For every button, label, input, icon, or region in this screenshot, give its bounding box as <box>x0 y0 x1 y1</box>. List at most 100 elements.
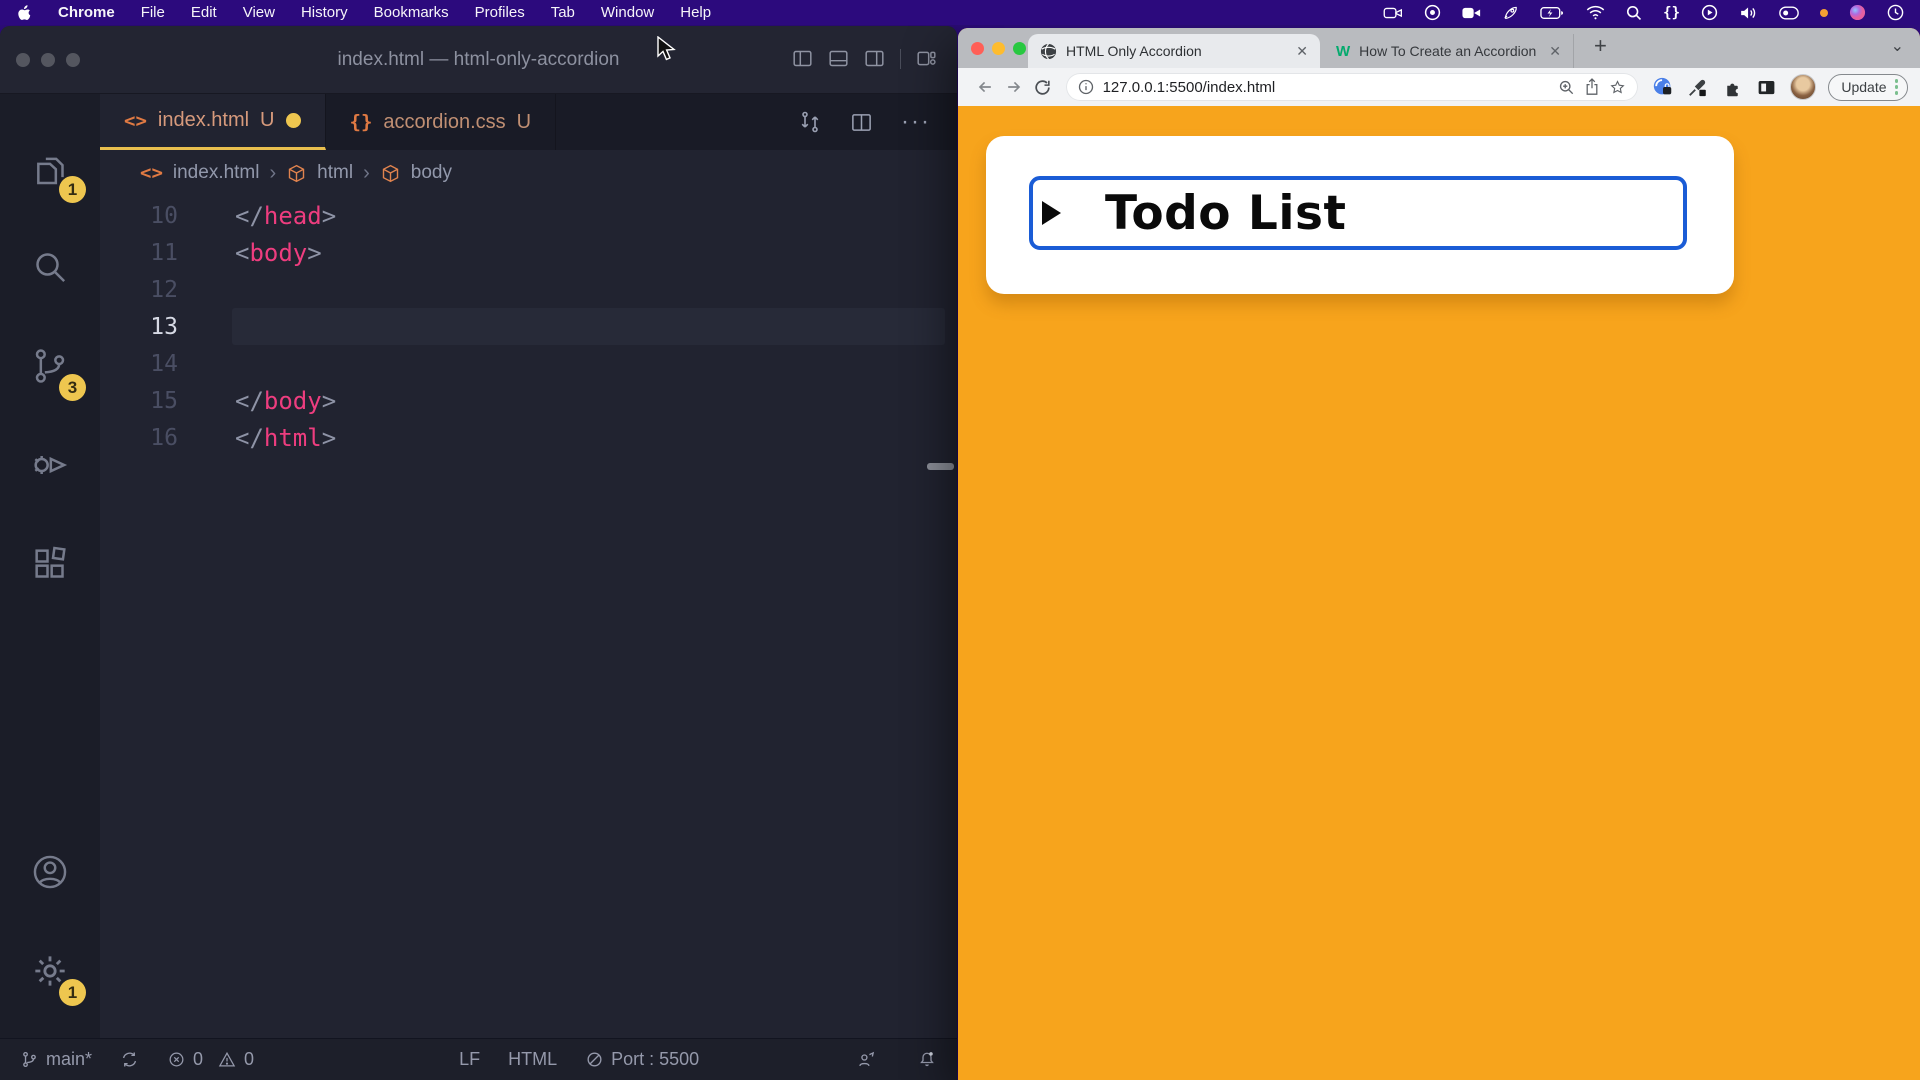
extensions-item[interactable] <box>0 514 100 613</box>
notifications-bell-icon[interactable] <box>917 1049 937 1070</box>
live-server-status[interactable]: Port : 5500 <box>585 1049 699 1070</box>
menu-item-chrome[interactable]: Chrome <box>58 4 115 21</box>
side-panel-extension-icon[interactable] <box>1756 77 1777 98</box>
menu-item-history[interactable]: History <box>301 4 348 21</box>
spotlight-search-icon[interactable] <box>1626 5 1642 21</box>
code-tag: body <box>264 387 322 415</box>
details-marker-icon[interactable] <box>1042 201 1061 225</box>
css-file-icon: {} <box>350 111 373 133</box>
volume-icon[interactable] <box>1739 5 1758 21</box>
battery-charging-icon[interactable] <box>1540 6 1565 20</box>
settings-item[interactable]: 1 <box>0 921 100 1020</box>
control-center-icon[interactable] <box>1779 6 1799 20</box>
extensions-puzzle-icon[interactable] <box>1722 77 1743 98</box>
search-icon <box>30 247 70 287</box>
url-text[interactable]: 127.0.0.1:5500/index.html <box>1103 79 1550 96</box>
close-tab-icon[interactable]: ✕ <box>1296 43 1308 60</box>
code-line-16: 16 </html> <box>100 419 957 456</box>
close-tab-icon[interactable]: ✕ <box>1549 43 1561 60</box>
open-changes-icon[interactable] <box>798 110 822 134</box>
dev-brackets-icon[interactable]: {} <box>1663 5 1680 21</box>
menu-item-view[interactable]: View <box>243 4 275 21</box>
menu-item-help[interactable]: Help <box>680 4 711 21</box>
breadcrumb-body[interactable]: body <box>411 162 452 184</box>
close-window-button[interactable] <box>971 42 984 55</box>
colorpicker-extension-icon[interactable] <box>1687 76 1709 98</box>
resize-handle[interactable] <box>927 463 954 470</box>
close-window-button[interactable] <box>16 53 30 67</box>
tab-index-html[interactable]: <> index.html U <box>100 94 326 150</box>
chrome-tab-strip[interactable]: HTML Only Accordion ✕ W How To Create an… <box>958 28 1920 68</box>
accordion-summary[interactable]: Todo List <box>1029 176 1687 250</box>
more-actions-icon[interactable]: ··· <box>901 108 931 136</box>
breadcrumb-html[interactable]: html <box>317 162 353 184</box>
update-label: Update <box>1841 79 1886 95</box>
minimize-window-button[interactable] <box>992 42 1005 55</box>
git-branch-status[interactable]: main* <box>20 1049 92 1070</box>
feedback-icon[interactable] <box>856 1050 877 1070</box>
titlebar-divider <box>900 49 901 69</box>
new-tab-button[interactable]: + <box>1594 33 1607 59</box>
siri-icon[interactable] <box>1849 4 1866 21</box>
menu-item-profiles[interactable]: Profiles <box>475 4 525 21</box>
menu-item-tab[interactable]: Tab <box>551 4 575 21</box>
warnings-status[interactable]: 0 <box>217 1049 254 1070</box>
tab-title: How To Create an Accordion <box>1359 43 1540 59</box>
reload-icon[interactable] <box>1028 78 1057 97</box>
vscode-titlebar[interactable]: index.html — html-only-accordion <box>0 26 957 94</box>
search-item[interactable] <box>0 217 100 316</box>
chrome-tab-html-only-accordion[interactable]: HTML Only Accordion ✕ <box>1028 34 1320 68</box>
forward-icon[interactable] <box>999 77 1028 97</box>
share-icon[interactable] <box>1584 78 1600 96</box>
clock-icon[interactable] <box>1887 4 1904 21</box>
back-icon[interactable] <box>970 77 999 97</box>
toggle-panel-bottom-icon[interactable] <box>828 48 849 69</box>
menu-item-edit[interactable]: Edit <box>191 4 217 21</box>
menu-item-bookmarks[interactable]: Bookmarks <box>374 4 449 21</box>
breadcrumb-file[interactable]: index.html <box>173 162 260 184</box>
minimize-window-button[interactable] <box>41 53 55 67</box>
errors-status[interactable]: 0 <box>167 1049 203 1070</box>
menu-item-window[interactable]: Window <box>601 4 654 21</box>
tab-accordion-css[interactable]: {} accordion.css U <box>326 94 557 150</box>
update-button[interactable]: Update <box>1828 74 1908 101</box>
run-debug-item[interactable] <box>0 415 100 514</box>
code-tag: html <box>264 424 322 452</box>
facetime-camera-icon[interactable] <box>1462 6 1481 20</box>
customize-layout-icon[interactable] <box>916 48 937 69</box>
bookmark-star-icon[interactable] <box>1609 79 1626 96</box>
site-info-icon[interactable] <box>1078 79 1094 95</box>
zoom-window-button[interactable] <box>1013 42 1026 55</box>
language-mode-status[interactable]: HTML <box>508 1049 557 1070</box>
menubar-left: Chrome File Edit View History Bookmarks … <box>16 4 711 22</box>
eol-status[interactable]: LF <box>459 1049 480 1070</box>
record-circle-icon[interactable] <box>1424 4 1441 21</box>
zoom-window-button[interactable] <box>66 53 80 67</box>
source-control-item[interactable]: 3 <box>0 316 100 415</box>
wifi-icon[interactable] <box>1586 5 1605 20</box>
browser-menu-kebab-icon[interactable] <box>1895 79 1899 95</box>
apple-logo-icon[interactable] <box>16 4 32 22</box>
chrome-tab-how-to-create-accordion[interactable]: W How To Create an Accordion ✕ <box>1324 34 1574 68</box>
toggle-panel-left-icon[interactable] <box>792 48 813 69</box>
split-editor-icon[interactable] <box>850 111 873 134</box>
address-bar[interactable]: 127.0.0.1:5500/index.html <box>1066 73 1639 101</box>
editor-actions: ··· <box>798 94 957 150</box>
code-editor[interactable]: 10 </head> 11 <body> 12 13 14 <box>100 196 957 1038</box>
menu-item-file[interactable]: File <box>141 4 165 21</box>
accounts-item[interactable] <box>0 822 100 921</box>
privacy-extension-icon[interactable] <box>1652 76 1674 98</box>
profile-avatar[interactable] <box>1790 74 1816 100</box>
rocket-icon[interactable] <box>1502 4 1519 21</box>
breadcrumb-separator: › <box>270 162 277 185</box>
tab-overflow-chevron-icon[interactable]: ⌄ <box>1891 36 1904 56</box>
vscode-traffic-lights <box>16 53 80 67</box>
toggle-panel-right-icon[interactable] <box>864 48 885 69</box>
unsaved-dot-icon[interactable] <box>286 113 301 128</box>
zoom-icon[interactable] <box>1558 79 1575 96</box>
screen-record-icon[interactable] <box>1383 5 1403 21</box>
explorer-item[interactable]: 1 <box>0 118 100 217</box>
code-text: </body> <box>178 387 336 415</box>
play-circle-icon[interactable] <box>1701 4 1718 21</box>
sync-status[interactable] <box>120 1050 139 1069</box>
